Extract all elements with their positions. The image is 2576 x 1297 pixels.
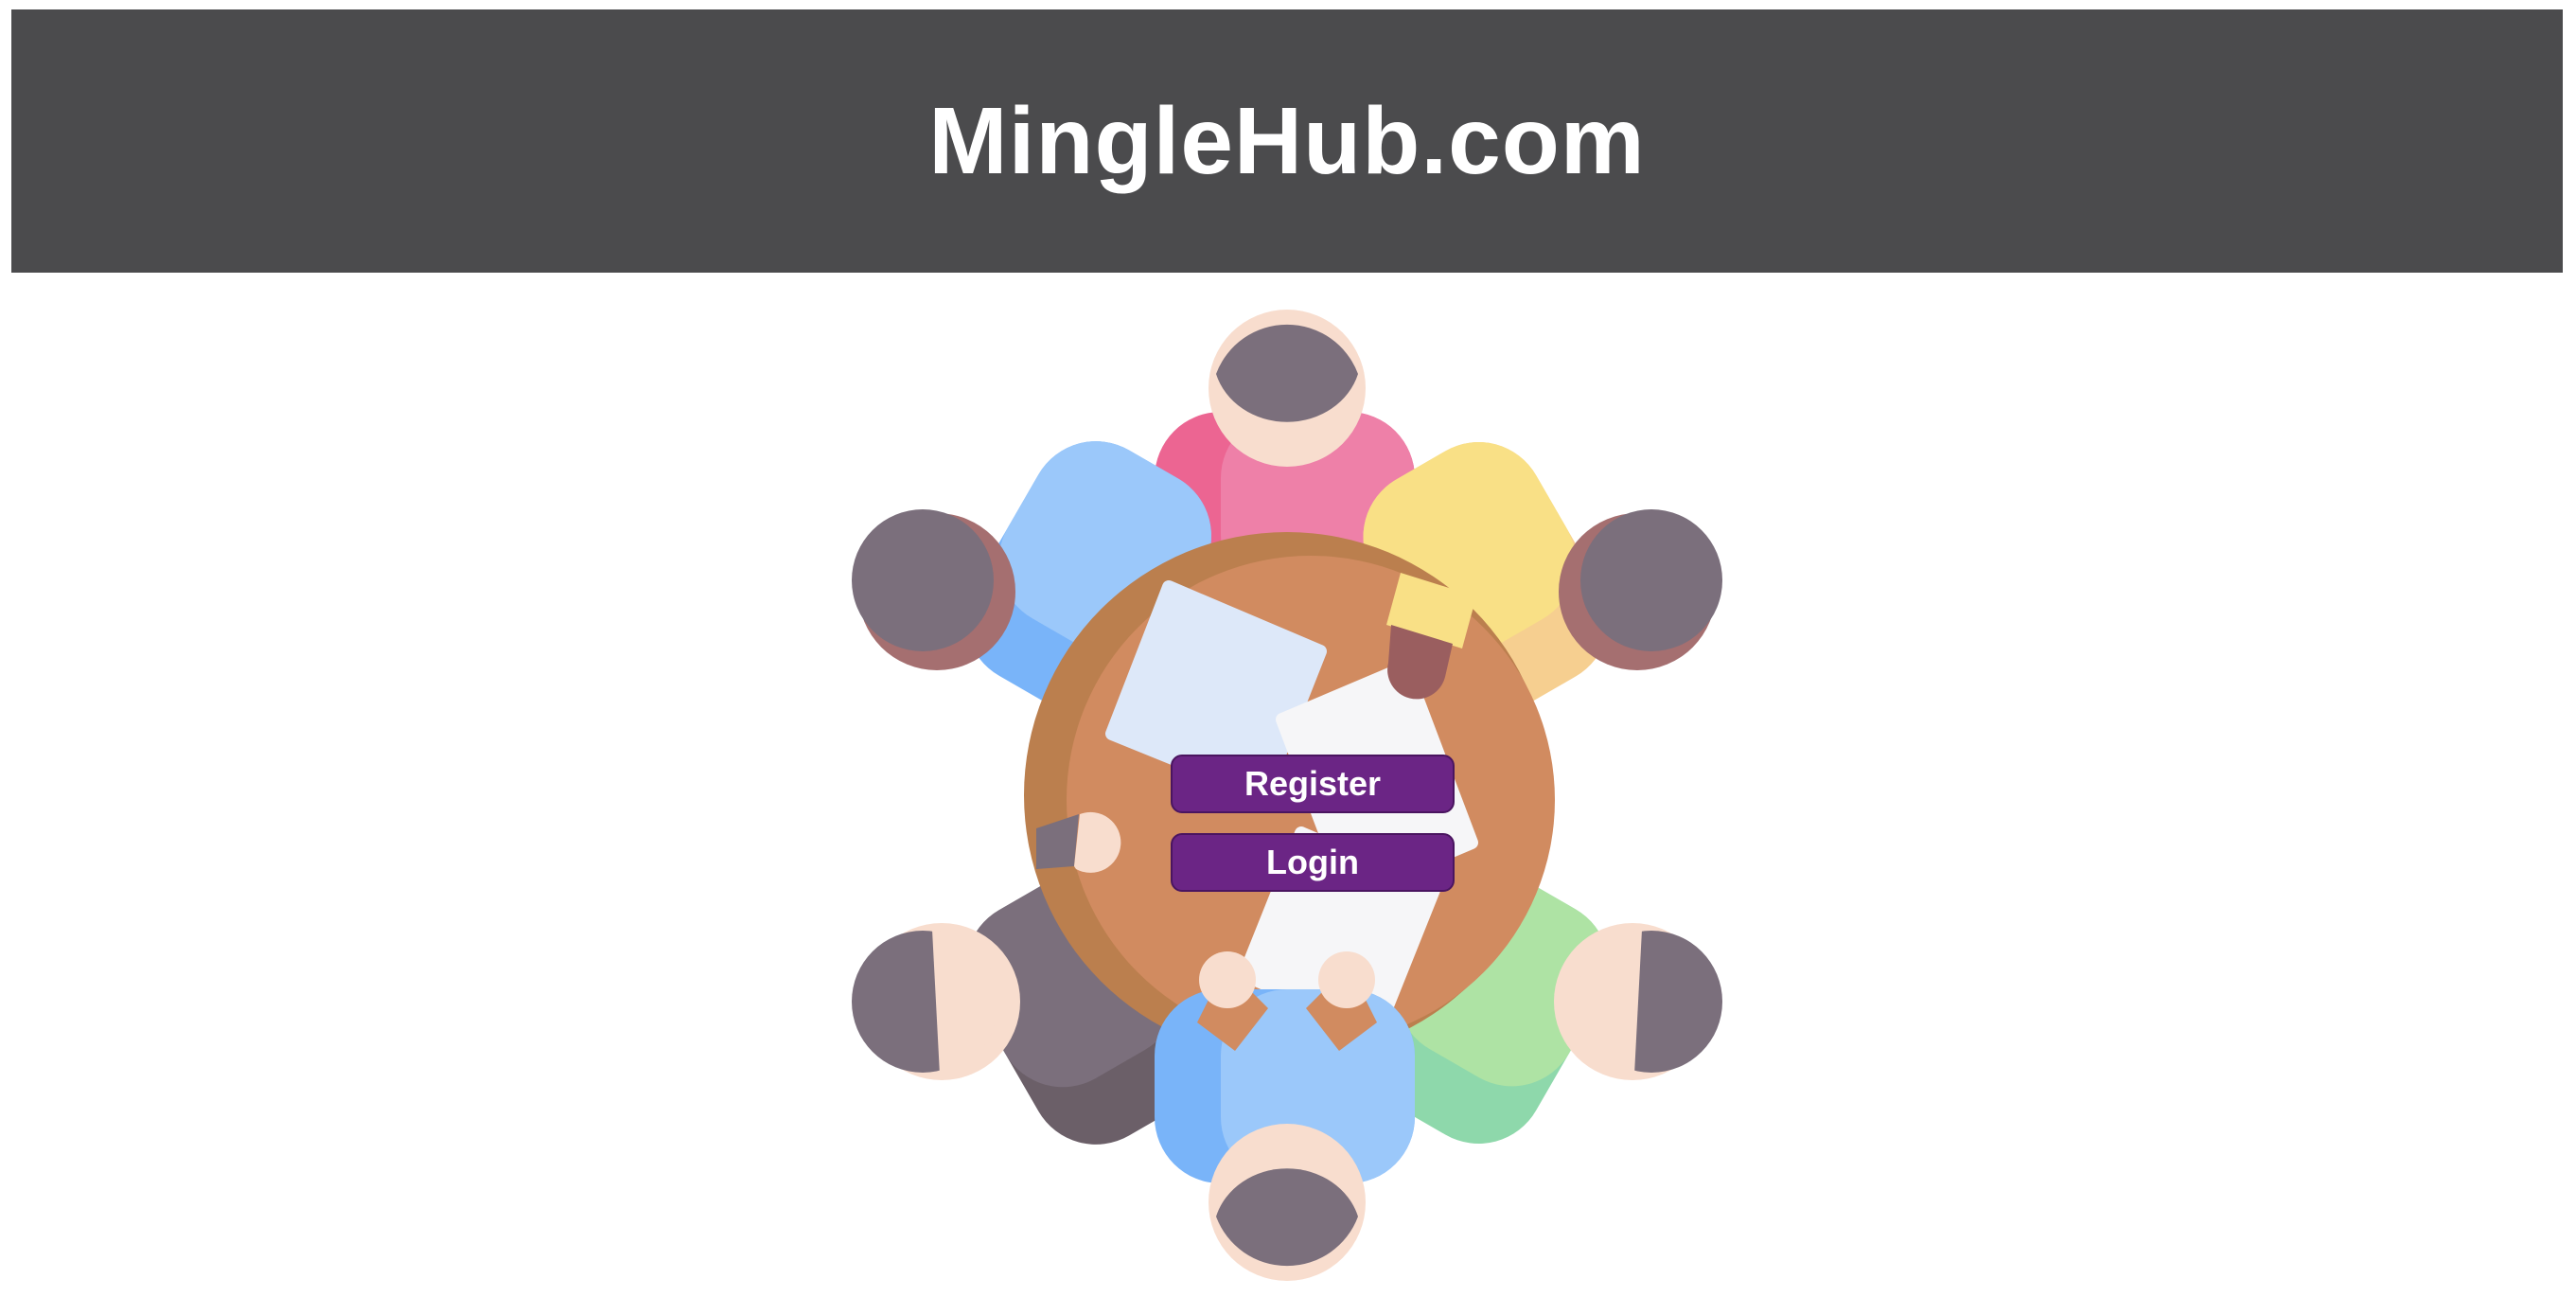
register-button[interactable]: Register bbox=[1171, 755, 1455, 813]
site-header: MingleHub.com bbox=[11, 9, 2563, 273]
site-title: MingleHub.com bbox=[928, 87, 1646, 194]
person-bottom bbox=[1155, 951, 1415, 1281]
login-button[interactable]: Login bbox=[1171, 833, 1455, 892]
